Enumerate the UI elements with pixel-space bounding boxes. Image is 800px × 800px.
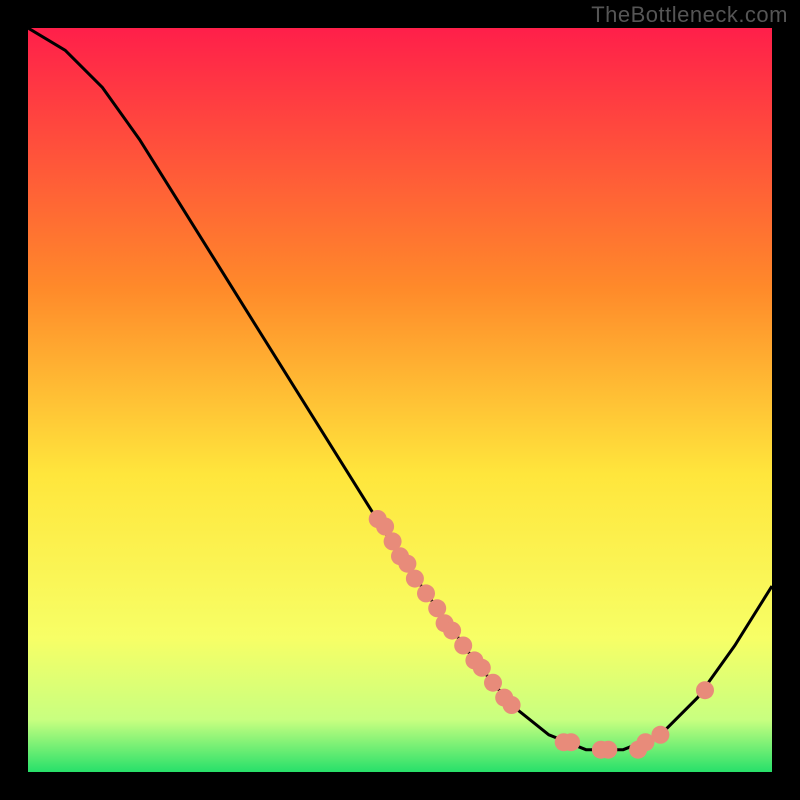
data-point [696, 681, 714, 699]
data-point [503, 696, 521, 714]
data-point [473, 659, 491, 677]
data-point [417, 584, 435, 602]
watermark-label: TheBottleneck.com [591, 2, 788, 28]
chart-svg [28, 28, 772, 772]
plot-area [28, 28, 772, 772]
data-point [651, 726, 669, 744]
data-point [454, 637, 472, 655]
data-point [406, 570, 424, 588]
data-point [443, 622, 461, 640]
data-point [484, 674, 502, 692]
data-point [599, 741, 617, 759]
chart-frame: TheBottleneck.com [0, 0, 800, 800]
data-point [562, 733, 580, 751]
